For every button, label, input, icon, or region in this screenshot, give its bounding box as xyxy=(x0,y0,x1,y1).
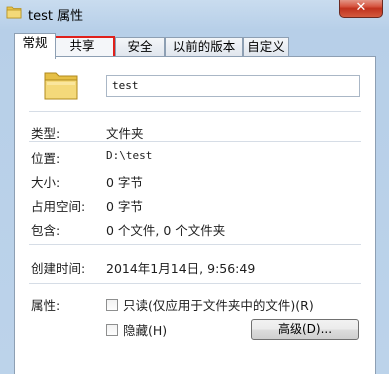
created-label: 创建时间: xyxy=(31,261,86,276)
title-bar[interactable]: test 属性 ✕ xyxy=(0,0,389,28)
attributes-label: 属性: xyxy=(31,298,61,313)
tab-general-label: 常规 xyxy=(22,35,48,50)
tab-sharing-label: 共享 xyxy=(69,38,95,53)
tab-previous-versions-label: 以前的版本 xyxy=(172,39,236,54)
folder-name-input[interactable]: test xyxy=(106,75,360,97)
contains-value: 0 个文件, 0 个文件夹 xyxy=(106,223,226,238)
tab-customize-label: 自定义 xyxy=(247,39,285,54)
readonly-checkbox[interactable] xyxy=(106,298,118,311)
divider xyxy=(29,141,361,142)
divider xyxy=(29,244,361,245)
location-value: D:\test xyxy=(106,149,153,162)
created-value: 2014年1月14日, 9:56:49 xyxy=(106,261,256,276)
readonly-checkbox-row[interactable]: 只读(仅应用于文件夹中的文件)(R) xyxy=(106,295,314,314)
folder-icon xyxy=(6,5,22,19)
hidden-checkbox-row[interactable]: 隐藏(H) xyxy=(106,320,167,339)
tab-security-label: 安全 xyxy=(127,39,153,54)
tab-security[interactable]: 安全 xyxy=(115,37,165,57)
properties-window: test 属性 ✕ 常规 共享 安全 以前的版本 自定义 test 类型: 文件… xyxy=(0,0,389,374)
size-value: 0 字节 xyxy=(106,175,143,190)
tab-general[interactable]: 常规 xyxy=(14,33,56,59)
contains-label: 包含: xyxy=(31,223,61,238)
tab-customize[interactable]: 自定义 xyxy=(243,37,289,57)
location-label: 位置: xyxy=(31,151,61,166)
readonly-label: 只读(仅应用于文件夹中的文件)(R) xyxy=(123,298,314,313)
divider xyxy=(29,283,361,284)
type-label: 类型: xyxy=(31,126,61,141)
general-panel: test 类型: 文件夹 位置: D:\test 大小: 0 字节 占用空间: … xyxy=(14,56,376,374)
size-label: 大小: xyxy=(31,175,61,190)
size-on-disk-label: 占用空间: xyxy=(31,199,86,214)
close-button[interactable]: ✕ xyxy=(339,0,383,18)
window-title: test 属性 xyxy=(28,9,84,24)
type-value: 文件夹 xyxy=(106,126,144,141)
tab-previous-versions[interactable]: 以前的版本 xyxy=(165,37,243,57)
hidden-checkbox[interactable] xyxy=(106,323,118,336)
divider xyxy=(29,111,361,112)
size-on-disk-value: 0 字节 xyxy=(106,199,143,214)
folder-icon xyxy=(43,69,79,101)
advanced-button[interactable]: 高级(D)... xyxy=(251,319,359,340)
close-icon: ✕ xyxy=(355,0,367,15)
hidden-label: 隐藏(H) xyxy=(123,323,168,338)
